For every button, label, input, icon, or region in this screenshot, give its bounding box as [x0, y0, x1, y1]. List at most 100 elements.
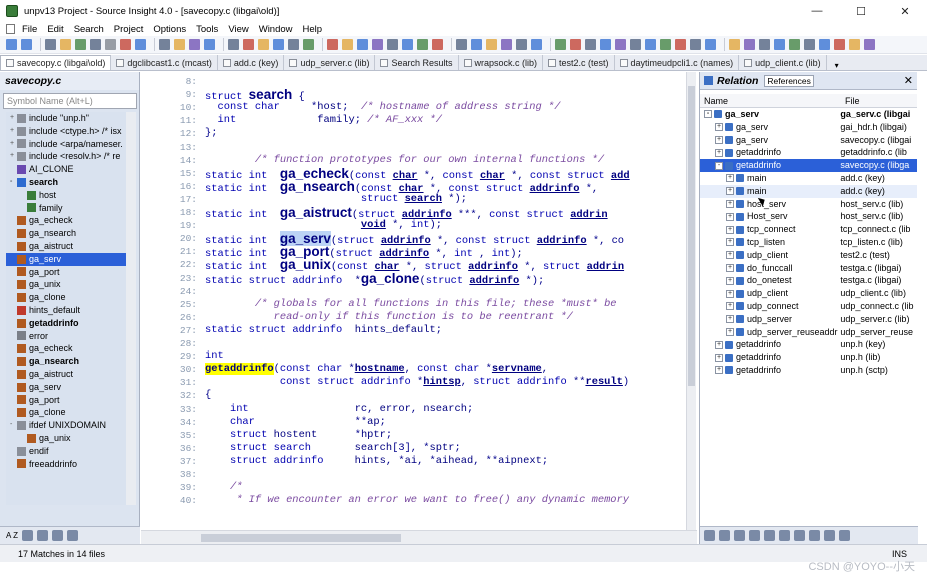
expand-toggle-icon[interactable]: + — [726, 315, 734, 324]
symbol-item[interactable]: ga_nsearch — [6, 355, 126, 368]
code-editor[interactable]: 8: 9: struct search {10: const char *host;… — [141, 72, 697, 544]
settings-icon[interactable] — [67, 530, 79, 541]
expand-toggle-icon[interactable]: - — [10, 419, 17, 432]
code-line[interactable]: 26: read-only if this function is to be … — [141, 311, 701, 324]
toolbar-button-icon[interactable] — [387, 39, 398, 50]
expand-toggle-icon[interactable]: + — [726, 263, 734, 272]
symbol-item[interactable]: + include "unp.h" — [6, 112, 126, 125]
toolbar-button-icon[interactable] — [660, 39, 671, 50]
code-line[interactable]: 19: void *, int); — [141, 219, 701, 232]
toolbar-button-icon[interactable] — [174, 39, 185, 50]
toolbar-button-icon[interactable] — [45, 39, 56, 50]
code-text[interactable]: struct hostent *hptr; — [205, 429, 392, 442]
lock-icon[interactable] — [749, 530, 760, 541]
expand-toggle-icon[interactable]: - — [715, 161, 723, 170]
symbol-item[interactable]: endif — [6, 445, 126, 458]
code-line[interactable]: 16: static int ga_nsearch(const char *, c… — [141, 180, 701, 195]
toolbar-button-icon[interactable] — [60, 39, 71, 50]
code-text[interactable]: struct addrinfo hints, *ai, *aihead, **a… — [205, 455, 548, 468]
expand-toggle-icon[interactable]: + — [726, 327, 734, 336]
expand-toggle-icon[interactable]: + — [726, 199, 734, 208]
menu-file[interactable]: File — [17, 24, 42, 35]
code-line[interactable]: 24: — [141, 285, 701, 298]
toolbar-button-icon[interactable] — [432, 39, 443, 50]
toolbar-button-icon[interactable] — [645, 39, 656, 50]
relation-row[interactable]: + getaddrinfo unp.h (key) — [700, 338, 917, 351]
expand-toggle-icon[interactable]: + — [715, 353, 723, 362]
code-text[interactable]: /* globals for all functions in this fil… — [205, 298, 617, 311]
code-line[interactable]: 28: — [141, 337, 701, 350]
expand-toggle-icon[interactable]: + — [726, 276, 734, 285]
symbol-item[interactable]: - search — [6, 176, 126, 189]
toolbar-button-icon[interactable] — [90, 39, 101, 50]
code-line[interactable]: 27: static struct addrinfo hints_default; — [141, 324, 701, 337]
toolbar-button-icon[interactable] — [705, 39, 716, 50]
toolbar-button-icon[interactable] — [135, 39, 146, 50]
code-line[interactable]: 18: static int ga_aistruct(struct addrinf… — [141, 206, 701, 221]
file-tab[interactable]: Search Results — [375, 55, 459, 70]
toolbar-button-icon[interactable] — [690, 39, 701, 50]
expand-toggle-icon[interactable]: + — [726, 212, 734, 221]
list-view-icon[interactable] — [22, 530, 34, 541]
code-text[interactable]: struct search search[3], *sptr; — [205, 442, 461, 455]
symbol-item[interactable]: + include <ctype.h> /* isx — [6, 125, 126, 138]
symbol-item[interactable]: ga_echeck — [6, 342, 126, 355]
relation-row[interactable]: + main add.c (key) — [700, 184, 917, 198]
file-tab[interactable]: udp_server.c (lib) — [284, 55, 376, 70]
toolbar-button-icon[interactable] — [204, 39, 215, 50]
code-line[interactable]: 39: /* — [141, 481, 701, 494]
maximize-button[interactable]: ☐ — [839, 0, 883, 22]
file-tab[interactable]: test2.c (test) — [543, 55, 615, 70]
code-line[interactable]: 13: — [141, 141, 701, 154]
menu-help[interactable]: Help — [298, 24, 328, 35]
hscroll-thumb[interactable] — [201, 534, 401, 542]
expand-toggle-icon[interactable]: + — [715, 148, 723, 157]
symbol-item[interactable]: ga_serv — [6, 381, 126, 394]
toolbar-button-icon[interactable] — [21, 39, 32, 50]
symbol-item[interactable]: family — [6, 202, 126, 215]
toolbar-button-icon[interactable] — [471, 39, 482, 50]
toolbar-button-icon[interactable] — [159, 39, 170, 50]
toolbar-button-icon[interactable] — [759, 39, 770, 50]
symbol-item[interactable]: ga_port — [6, 394, 126, 407]
toolbar-button-icon[interactable] — [516, 39, 527, 50]
expand-toggle-icon[interactable]: + — [715, 340, 723, 349]
scroll-thumb[interactable] — [688, 86, 695, 386]
code-text[interactable]: * If we encounter an error we want to fr… — [205, 494, 629, 507]
toolbar-button-icon[interactable] — [243, 39, 254, 50]
expand-toggle-icon[interactable]: + — [10, 112, 17, 125]
toolbar-button-icon[interactable] — [729, 39, 740, 50]
menu-view[interactable]: View — [223, 24, 253, 35]
toolbar-button-icon[interactable] — [675, 39, 686, 50]
menu-window[interactable]: Window — [254, 24, 298, 35]
toolbar-button-icon[interactable] — [804, 39, 815, 50]
relation-settings-icon[interactable] — [839, 530, 850, 541]
toolbar-button-icon[interactable] — [273, 39, 284, 50]
code-text[interactable]: getaddrinfo(const char *hostname, const … — [205, 363, 548, 376]
menu-edit[interactable]: Edit — [42, 24, 68, 35]
minimize-button[interactable]: — — [795, 0, 839, 22]
expand-toggle-icon[interactable]: + — [726, 225, 734, 234]
toolbar-button-icon[interactable] — [531, 39, 542, 50]
code-line[interactable]: 34: char **ap; — [141, 416, 701, 429]
expand-toggle-icon[interactable]: + — [715, 135, 723, 144]
relation-row[interactable]: + tcp_listen tcp_listen.c (lib) — [700, 236, 917, 249]
code-text[interactable]: char **ap; — [205, 416, 386, 429]
menu-search[interactable]: Search — [69, 24, 109, 35]
outline-view-icon[interactable] — [794, 530, 805, 541]
toolbar-button-icon[interactable] — [501, 39, 512, 50]
code-line[interactable]: 25: /* globals for all functions in this… — [141, 298, 701, 311]
relation-row[interactable]: + do_funccall testga.c (libgai) — [700, 262, 917, 275]
expand-toggle-icon[interactable]: + — [726, 238, 734, 247]
graph-view-icon[interactable] — [824, 530, 835, 541]
code-line[interactable]: 8: — [141, 75, 701, 88]
code-text[interactable]: { — [205, 389, 211, 402]
refresh-icon[interactable] — [704, 530, 715, 541]
code-line[interactable]: 11: int family; /* AF_xxx */ — [141, 114, 701, 127]
toolbar-button-icon[interactable] — [456, 39, 467, 50]
print-icon[interactable] — [779, 530, 790, 541]
file-column-header[interactable]: File — [841, 96, 860, 106]
symbol-item[interactable]: ga_unix — [6, 278, 126, 291]
file-tab[interactable]: savecopy.c (libgai\old) — [0, 55, 112, 70]
toolbar-button-icon[interactable] — [849, 39, 860, 50]
